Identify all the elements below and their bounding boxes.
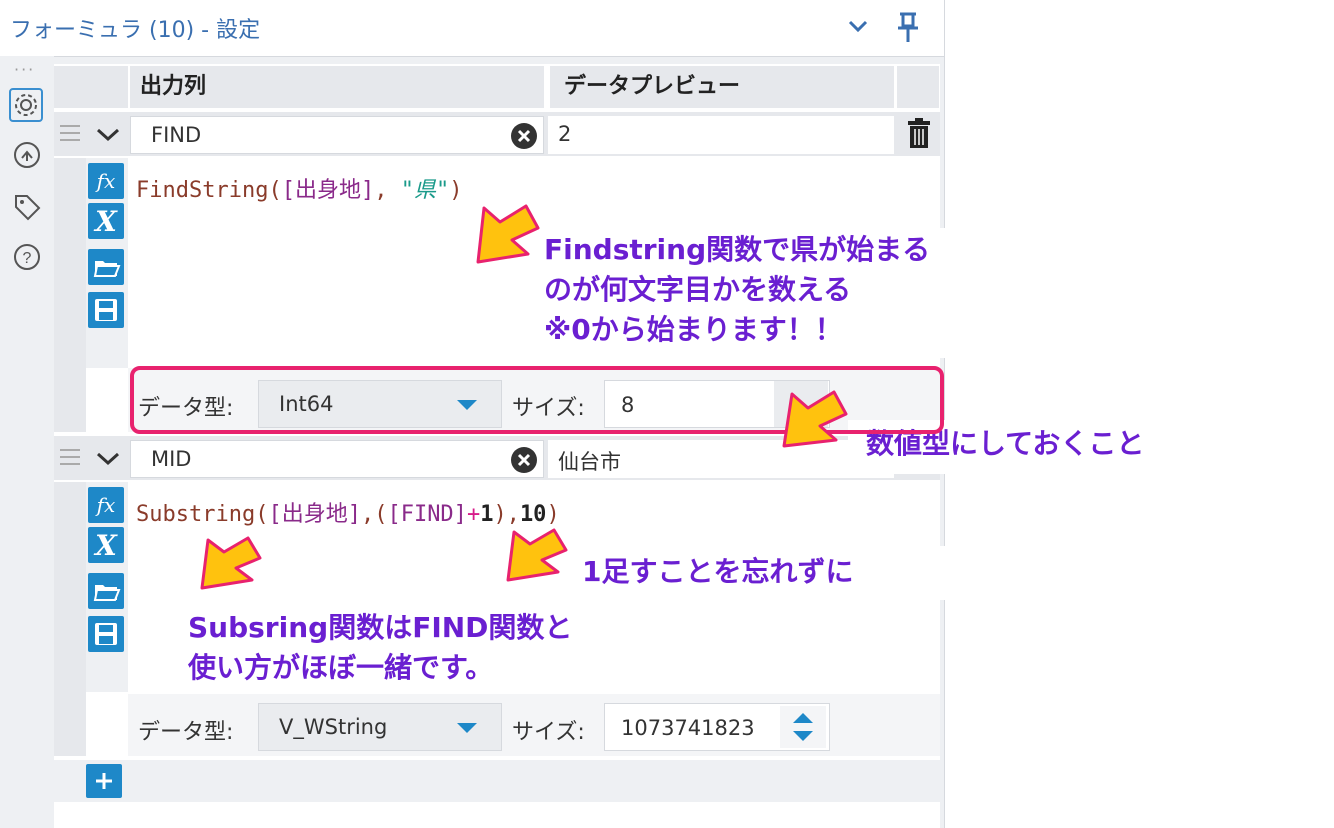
datatype-label: データ型:: [138, 720, 234, 745]
collapse-button[interactable]: [840, 8, 876, 44]
formula-token: ,(: [360, 502, 388, 527]
save-expression-button[interactable]: [88, 292, 124, 328]
open-expression-button[interactable]: [88, 573, 124, 609]
fx-icon: fx: [95, 169, 116, 193]
variable-button[interactable]: X: [88, 527, 124, 563]
gear-icon: [15, 94, 37, 116]
drag-handle[interactable]: [56, 116, 84, 152]
size-label: サイズ:: [512, 720, 585, 745]
arrow-icon: [476, 204, 540, 264]
header-right: [897, 66, 939, 108]
variable-icon: X: [93, 529, 118, 562]
fx-button[interactable]: fx: [88, 163, 124, 199]
tag-icon: [15, 195, 41, 221]
svg-text:?: ?: [23, 250, 32, 267]
size-stepper[interactable]: [780, 706, 826, 748]
stepper-arrows-icon: [793, 713, 813, 741]
annotation-find-line-3: ※0から始まります！！: [544, 313, 843, 346]
save-expression-button[interactable]: [88, 616, 124, 652]
annotation-plus-one: 1足すことを忘れずに: [582, 555, 854, 588]
share-icon: [14, 142, 40, 168]
pin-button[interactable]: [888, 6, 928, 46]
formula-token: ): [449, 178, 463, 203]
plus-icon: [96, 773, 112, 789]
row-gutter: [54, 158, 86, 432]
annotation-find-line-1: Findstring関数で県が始まる: [544, 233, 931, 266]
dropdown-arrow-icon: [457, 723, 477, 733]
drag-handle[interactable]: [56, 440, 84, 476]
output-field-name[interactable]: MID: [130, 440, 544, 478]
formula-token: +: [466, 502, 481, 527]
expression-editor[interactable]: Substring([出身地],([FIND]+1),10): [136, 496, 560, 528]
pin-icon: [898, 12, 918, 42]
drag-handle-icon: [60, 125, 80, 141]
save-icon: [95, 623, 117, 645]
formula-token: Substring(: [136, 502, 269, 527]
clear-button[interactable]: [510, 122, 538, 150]
header-output-column: 出力列: [130, 66, 544, 108]
annotation-find-line-2: のが何文字目かを数える: [544, 273, 852, 306]
formula-token: ): [546, 502, 560, 527]
annotation-substring-line-1: Subsring関数はFIND関数と: [188, 611, 573, 644]
window-title: フォーミュラ (10) - 設定: [10, 18, 261, 43]
row-collapse-button[interactable]: [90, 116, 126, 152]
add-row-bar: [54, 760, 940, 802]
formula-token: [出身地]: [268, 502, 361, 527]
delete-row-button[interactable]: [900, 114, 938, 154]
formula-token: FindString(: [136, 178, 282, 203]
folder-icon: [93, 261, 121, 277]
svg-text:X: X: [93, 529, 118, 562]
datatype-value: V_WString: [279, 715, 388, 739]
header-gutter: [54, 66, 128, 108]
settings-tab[interactable]: [9, 88, 43, 122]
variable-icon: X: [93, 205, 118, 238]
variable-button[interactable]: X: [88, 203, 124, 239]
output-field-name[interactable]: FIND: [130, 116, 544, 154]
chevron-down-icon: [96, 128, 120, 142]
formula-token: 10: [519, 502, 547, 527]
header-data-preview: データプレビュー: [550, 66, 894, 108]
annotation-substring-line-2: 使い方がほぼ一緒です。: [188, 651, 494, 684]
open-expression-button[interactable]: [88, 249, 124, 285]
formula-token: 1: [480, 502, 494, 527]
trash-icon: [908, 118, 930, 148]
chevron-down-icon: [848, 20, 868, 33]
clear-icon: [511, 447, 537, 473]
tag-tab[interactable]: [10, 190, 46, 226]
fx-button[interactable]: fx: [88, 487, 124, 523]
clear-button[interactable]: [510, 446, 538, 474]
row-collapse-button[interactable]: [90, 440, 126, 476]
folder-icon: [93, 585, 121, 601]
add-formula-button[interactable]: [86, 764, 122, 798]
svg-text:X: X: [93, 205, 118, 238]
save-icon: [95, 299, 117, 321]
chevron-down-icon: [96, 452, 120, 466]
datatype-select[interactable]: V_WString: [258, 703, 502, 751]
fx-icon: fx: [95, 493, 116, 517]
help-icon: ?: [14, 244, 40, 270]
formula-token: "県": [400, 178, 450, 203]
expression-editor[interactable]: FindString([出身地], "県"): [136, 172, 462, 204]
formula-token: [出身地]: [281, 178, 375, 203]
formula-token: ),: [493, 502, 520, 527]
arrow-icon: [782, 390, 848, 448]
annotation-tab[interactable]: [10, 138, 46, 174]
svg-text:fx: fx: [95, 169, 116, 193]
sidebar-grip-icon: ···: [14, 60, 36, 79]
data-preview-value: 2: [548, 116, 894, 154]
drag-handle-icon: [60, 449, 80, 465]
svg-text:fx: fx: [95, 493, 116, 517]
clear-icon: [511, 123, 537, 149]
arrow-icon: [200, 536, 262, 590]
formula-token: ,: [374, 178, 401, 203]
formula-token: [FIND]: [387, 502, 467, 527]
help-tab[interactable]: ?: [10, 240, 46, 276]
row-gutter: [54, 482, 86, 756]
arrow-icon: [506, 528, 568, 582]
